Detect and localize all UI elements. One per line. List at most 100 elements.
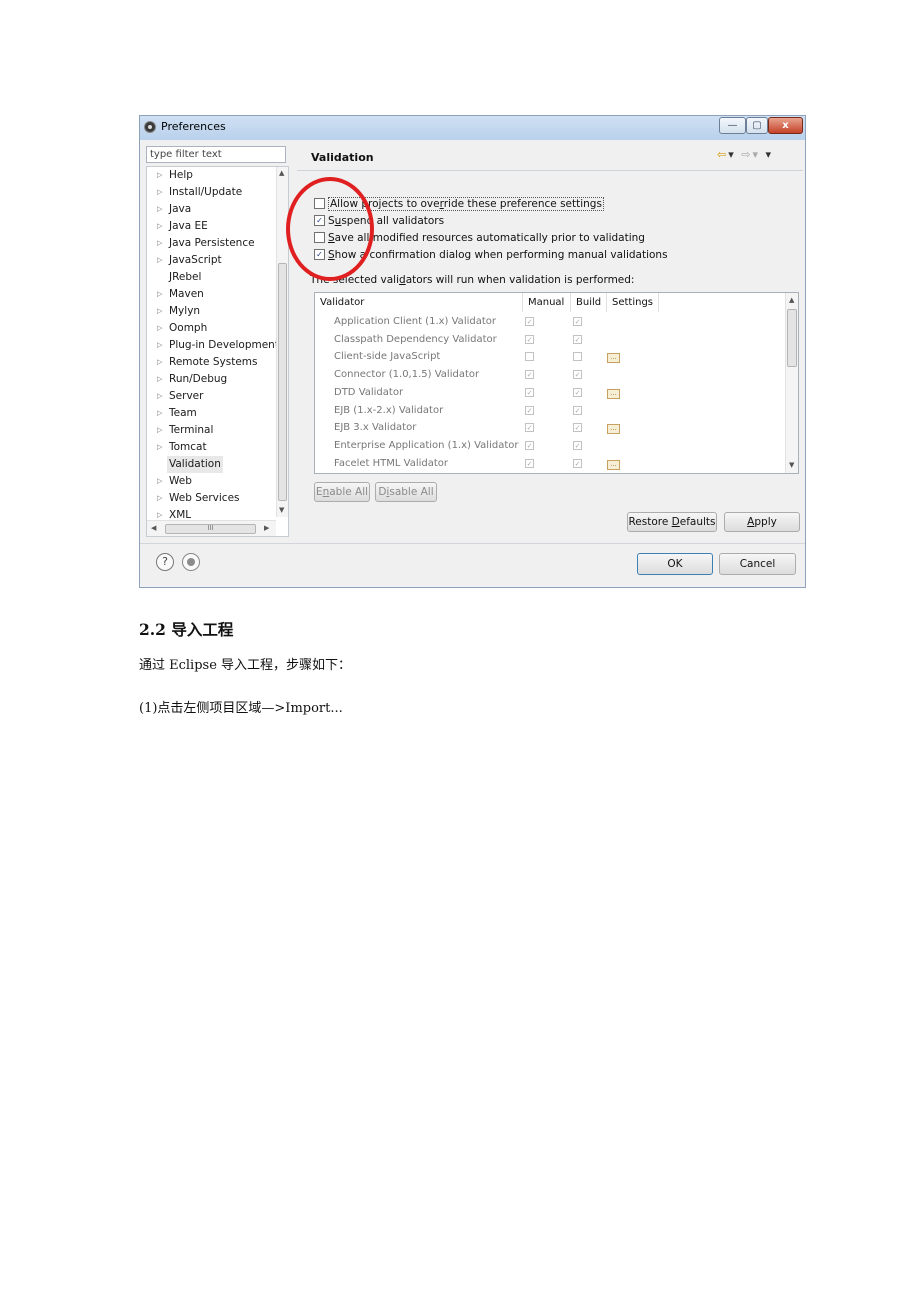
maximize-button[interactable]: ▢ xyxy=(746,117,768,134)
table-row[interactable]: Classpath Dependency Validator ✓ ✓ xyxy=(315,331,785,349)
scroll-down-icon[interactable]: ▼ xyxy=(279,506,284,514)
validator-name: EJB 3.x Validator xyxy=(334,422,417,434)
build-checkbox[interactable]: ✓ xyxy=(573,423,582,433)
expand-arrow-icon[interactable]: ▷ xyxy=(157,422,162,439)
validator-name: Application Client (1.x) Validator xyxy=(334,316,496,327)
tree-item-label: JRebel xyxy=(169,271,202,283)
selected-validators-note: The selected validators will run when va… xyxy=(310,274,635,286)
build-checkbox[interactable] xyxy=(573,352,582,362)
table-row[interactable]: Application Client (1.x) Validator ✓ ✓ xyxy=(315,313,785,331)
expand-arrow-icon[interactable]: ▷ xyxy=(157,371,162,388)
build-checkbox[interactable]: ✓ xyxy=(573,387,582,397)
close-button[interactable]: x xyxy=(768,117,803,134)
expand-arrow-icon[interactable]: ▷ xyxy=(157,167,162,184)
column-build[interactable]: Build xyxy=(571,293,607,312)
build-checkbox[interactable]: ✓ xyxy=(573,317,582,326)
expand-arrow-icon[interactable]: ▷ xyxy=(157,184,162,201)
tree-item-label: Java Persistence xyxy=(169,237,255,249)
tree-horizontal-scrollbar[interactable]: ◀ III ▶ xyxy=(147,520,276,536)
page-title: Validation xyxy=(311,151,374,164)
enable-all-button[interactable]: Enable All xyxy=(314,482,370,502)
table-row[interactable]: Client-side JavaScript... xyxy=(315,348,785,366)
manual-checkbox[interactable]: ✓ xyxy=(525,387,534,397)
history-nav: ⇦▾ ⇨▾ ▾ xyxy=(717,148,773,161)
manual-checkbox[interactable]: ✓ xyxy=(525,405,534,415)
expand-arrow-icon[interactable]: ▷ xyxy=(157,490,162,507)
minimize-button[interactable]: — xyxy=(719,117,746,134)
manual-checkbox[interactable] xyxy=(525,352,534,362)
manual-checkbox[interactable]: ✓ xyxy=(525,317,534,326)
manual-checkbox[interactable]: ✓ xyxy=(525,440,534,450)
build-checkbox[interactable]: ✓ xyxy=(573,440,582,450)
restore-defaults-button[interactable]: Restore Defaults xyxy=(627,512,717,532)
record-icon[interactable] xyxy=(182,553,200,571)
help-icon[interactable]: ? xyxy=(156,553,174,571)
expand-arrow-icon[interactable]: ▷ xyxy=(157,320,162,337)
cancel-button[interactable]: Cancel xyxy=(719,553,796,575)
table-vertical-scrollbar[interactable]: ▲ ▼ xyxy=(785,293,798,473)
scroll-up-icon[interactable]: ▲ xyxy=(279,169,284,177)
table-row[interactable]: DTD Validator ✓ ✓... xyxy=(315,384,785,402)
expand-arrow-icon[interactable]: ▷ xyxy=(157,405,162,422)
build-checkbox[interactable]: ✓ xyxy=(573,458,582,468)
ok-button[interactable]: OK xyxy=(637,553,713,575)
table-row[interactable]: Connector (1.0,1.5) Validator ✓ ✓ xyxy=(315,366,785,384)
manual-checkbox[interactable]: ✓ xyxy=(525,370,534,380)
scroll-left-icon[interactable]: ◀ xyxy=(151,524,156,532)
settings-button[interactable]: ... xyxy=(607,353,620,364)
settings-button[interactable]: ... xyxy=(607,459,620,470)
build-checkbox[interactable]: ✓ xyxy=(573,405,582,415)
tree-hscroll-thumb[interactable]: III xyxy=(165,524,256,534)
table-scroll-up-icon[interactable]: ▲ xyxy=(789,296,794,304)
build-checkbox[interactable]: ✓ xyxy=(573,370,582,380)
tree-item-label: Web Services xyxy=(169,492,240,504)
preferences-window: Preferences — ▢ x type filter text ▷ XML ▷… xyxy=(139,115,806,588)
settings-button[interactable]: ... xyxy=(607,388,620,399)
table-scroll-down-icon[interactable]: ▼ xyxy=(789,461,794,469)
table-row[interactable]: Facelet HTML Validator ✓ ✓... xyxy=(315,455,785,473)
expand-arrow-icon[interactable]: ▷ xyxy=(157,286,162,303)
forward-arrow-icon[interactable]: ⇨ xyxy=(741,148,752,161)
expand-arrow-icon[interactable]: ▷ xyxy=(157,303,162,320)
table-row[interactable]: EJB (1.x-2.x) Validator ✓ ✓ xyxy=(315,402,785,420)
expand-arrow-icon[interactable]: ▷ xyxy=(157,337,162,354)
scroll-right-icon[interactable]: ▶ xyxy=(264,524,269,532)
back-arrow-icon[interactable]: ⇦ xyxy=(717,148,728,161)
expand-arrow-icon[interactable]: ▷ xyxy=(157,473,162,490)
expand-arrow-icon[interactable]: ▷ xyxy=(157,201,162,218)
tree-scroll-thumb[interactable] xyxy=(278,263,287,501)
table-row[interactable]: Enterprise Application (1.x) Validator ✓ ✓ xyxy=(315,437,785,455)
column-manual[interactable]: Manual xyxy=(523,293,571,312)
validator-table: Validator Manual Build Settings ▲ ▼ Appl… xyxy=(314,292,799,474)
expand-arrow-icon[interactable]: ▷ xyxy=(157,439,162,456)
table-row[interactable]: EJB 3.x Validator ✓ ✓... xyxy=(315,419,785,437)
tree-item-label: Mylyn xyxy=(169,305,201,317)
header-divider xyxy=(297,170,803,171)
expand-arrow-icon[interactable]: ▷ xyxy=(157,354,162,371)
expand-arrow-icon[interactable]: ▷ xyxy=(157,218,162,235)
filter-input[interactable]: type filter text xyxy=(146,146,286,163)
validator-name: Classpath Dependency Validator xyxy=(334,333,497,345)
tree-item-label: Server xyxy=(169,390,204,402)
manual-checkbox[interactable]: ✓ xyxy=(525,334,534,344)
column-validator[interactable]: Validator xyxy=(315,293,523,312)
view-menu-icon[interactable]: ▾ xyxy=(766,148,774,161)
disable-all-button[interactable]: Disable All xyxy=(375,482,437,502)
window-title: Preferences xyxy=(161,120,226,133)
expand-arrow-icon[interactable]: ▷ xyxy=(157,388,162,405)
apply-button[interactable]: Apply xyxy=(724,512,800,532)
forward-menu-icon[interactable]: ▾ xyxy=(752,148,760,161)
expand-arrow-icon[interactable]: ▷ xyxy=(157,252,162,269)
tree-item-label: Tomcat xyxy=(169,441,207,453)
validator-name: Connector (1.0,1.5) Validator xyxy=(334,369,480,381)
column-settings[interactable]: Settings xyxy=(607,293,659,312)
validator-name: Facelet HTML Validator xyxy=(334,457,449,469)
back-menu-icon[interactable]: ▾ xyxy=(728,148,736,161)
expand-arrow-icon[interactable]: ▷ xyxy=(157,235,162,252)
build-checkbox[interactable]: ✓ xyxy=(573,334,582,344)
settings-button[interactable]: ... xyxy=(607,424,620,435)
table-scroll-thumb[interactable] xyxy=(787,309,797,367)
tree-item-label: Run/Debug xyxy=(169,373,228,385)
manual-checkbox[interactable]: ✓ xyxy=(525,423,534,433)
manual-checkbox[interactable]: ✓ xyxy=(525,458,534,468)
